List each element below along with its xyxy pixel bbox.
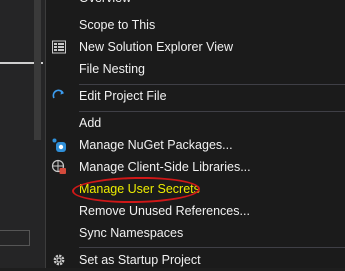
menu-item-label: Sync Namespaces xyxy=(79,226,184,240)
menu-item-file-nesting[interactable]: File Nesting xyxy=(46,58,345,80)
menu-item-manage-client-side-libraries[interactable]: Manage Client-Side Libraries... xyxy=(46,156,345,178)
pane-scrollbar[interactable] xyxy=(34,0,41,140)
menu-item-manage-nuget-packages[interactable]: Manage NuGet Packages... xyxy=(46,134,345,156)
menu-item-overview[interactable]: Overview xyxy=(46,0,345,9)
menu-item-sync-namespaces[interactable]: Sync Namespaces xyxy=(46,222,345,244)
menu-item-label: Manage User Secrets xyxy=(79,182,200,196)
context-menu: Overview Scope to This New Solution Expl… xyxy=(45,0,345,268)
menu-item-label: Manage NuGet Packages... xyxy=(79,138,233,152)
gear-icon xyxy=(53,254,65,266)
client-side-library-icon xyxy=(51,159,66,174)
menu-item-label: Scope to This xyxy=(79,18,156,32)
refresh-arrow-icon xyxy=(52,89,64,99)
menu-item-label: New Solution Explorer View xyxy=(79,40,234,54)
menu-item-label: Overview xyxy=(79,0,131,9)
solution-explorer-icon xyxy=(52,40,66,54)
menu-item-label: Remove Unused References... xyxy=(79,204,250,218)
menu-item-remove-unused-references[interactable]: Remove Unused References... xyxy=(46,200,345,222)
pane-input-box xyxy=(0,230,30,246)
menu-item-label: Add xyxy=(79,116,102,130)
menu-item-label: Manage Client-Side Libraries... xyxy=(79,160,251,174)
menu-item-label: File Nesting xyxy=(79,62,145,76)
menu-separator xyxy=(79,247,345,248)
menu-item-edit-project-file[interactable]: Edit Project File xyxy=(46,85,345,107)
menu-item-new-solution-explorer-view[interactable]: New Solution Explorer View xyxy=(46,36,345,58)
menu-item-scope-to-this[interactable]: Scope to This xyxy=(46,14,345,36)
menu-item-manage-user-secrets[interactable]: Manage User Secrets xyxy=(46,178,345,200)
menu-item-label: Edit Project File xyxy=(79,89,167,103)
nuget-icon xyxy=(52,138,66,152)
menu-item-add[interactable]: Add xyxy=(46,112,345,134)
